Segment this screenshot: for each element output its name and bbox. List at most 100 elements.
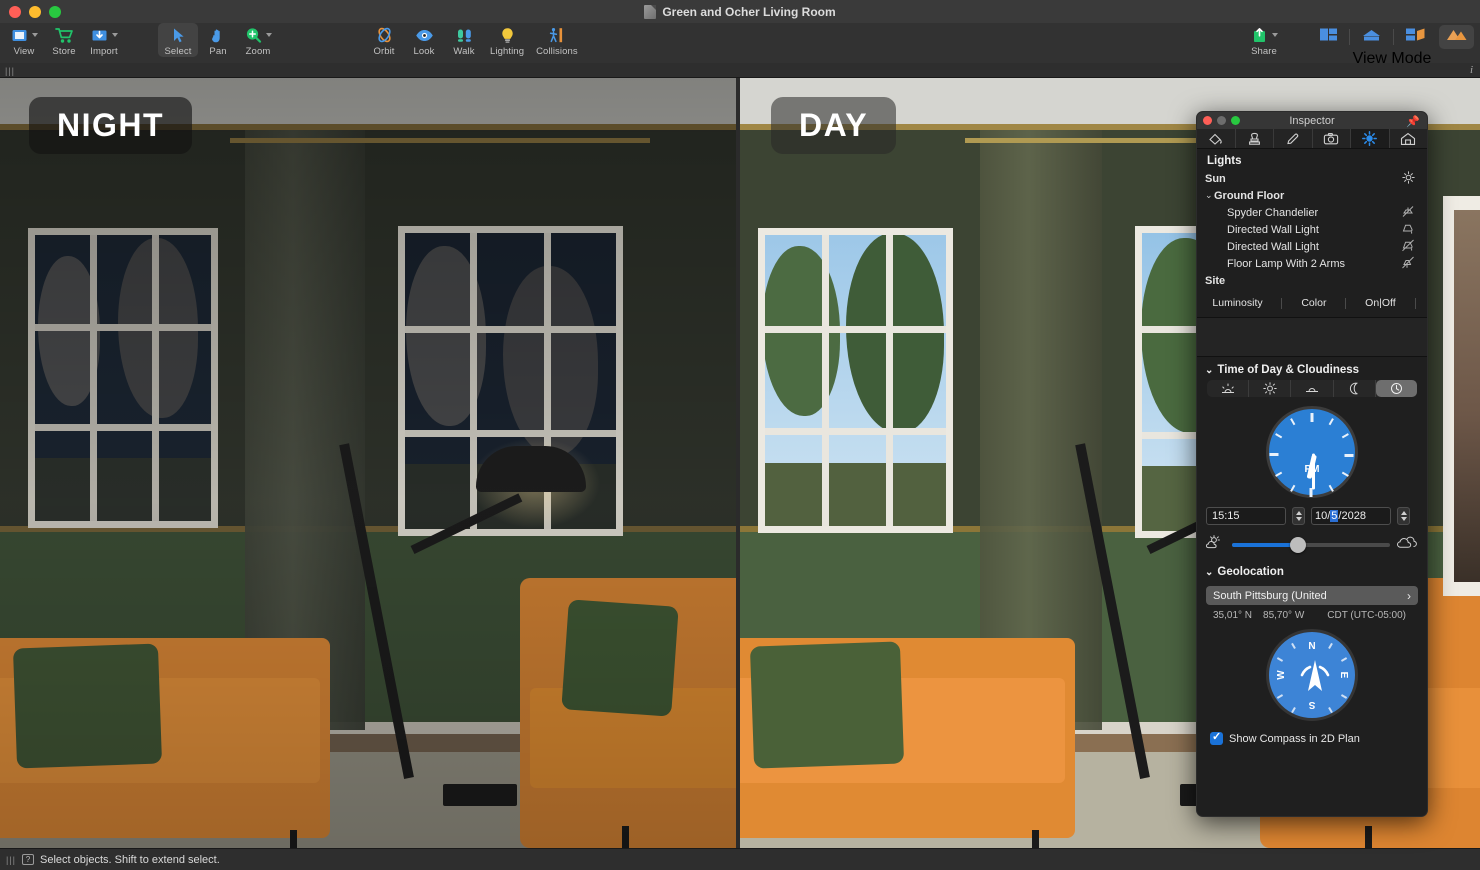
compass-container[interactable]: N E S W <box>1197 629 1427 721</box>
sun-small-icon[interactable] <box>1399 170 1417 187</box>
title-bar: Green and Ocher Living Room <box>0 0 1480 23</box>
chevron-down-icon[interactable] <box>1271 33 1278 37</box>
tab-onoff[interactable]: On|Off <box>1361 297 1400 309</box>
tool-lighting[interactable]: Lighting <box>484 23 530 57</box>
light-row-directed-wall-light-2[interactable]: Directed Wall Light <box>1197 238 1427 255</box>
geolocation-header[interactable]: ⌄ Geolocation <box>1197 554 1427 582</box>
date-stepper[interactable] <box>1397 507 1410 525</box>
view-mode-split[interactable] <box>1396 25 1435 49</box>
tab-color[interactable]: Color <box>1297 297 1330 309</box>
cloudiness-slider[interactable] <box>1232 536 1390 553</box>
geolocation-place-selector[interactable]: South Pittsburg (United › <box>1206 586 1418 605</box>
chevron-down-icon[interactable] <box>31 33 38 37</box>
preset-noon[interactable] <box>1249 380 1292 397</box>
minimize-button[interactable] <box>29 6 41 18</box>
document-title-text: Green and Ocher Living Room <box>662 4 836 19</box>
cursor-icon <box>171 25 186 45</box>
tool-pan[interactable]: Pan <box>198 23 238 57</box>
preset-custom-time[interactable] <box>1375 380 1418 397</box>
inspector-minimize-button[interactable] <box>1217 116 1226 125</box>
tool-collisions[interactable]: Collisions <box>530 23 584 57</box>
tab-house[interactable] <box>1390 129 1428 148</box>
tab-stamp[interactable] <box>1236 129 1274 148</box>
tool-zoom[interactable]: Zoom <box>238 23 278 57</box>
show-compass-checkbox[interactable] <box>1210 730 1223 745</box>
wall-light-off-icon[interactable] <box>1399 239 1417 255</box>
render-view-icon <box>1447 30 1467 40</box>
chevron-down-icon[interactable] <box>265 33 272 37</box>
inspector-close-button[interactable] <box>1203 116 1212 125</box>
view-icon <box>11 25 38 45</box>
info-icon[interactable]: i <box>1470 64 1473 76</box>
tool-view[interactable]: View <box>4 23 44 57</box>
date-input[interactable]: 10/ 5 /2028 <box>1311 507 1391 525</box>
secondary-bar: ||| i <box>0 63 1480 78</box>
tool-walk-label: Walk <box>453 46 475 57</box>
light-row-spyder-chandelier[interactable]: Spyder Chandelier <box>1197 204 1427 221</box>
compass-dial[interactable]: N E S W <box>1266 629 1358 721</box>
tool-orbit[interactable]: Orbit <box>364 23 404 57</box>
inspector-traffic-lights[interactable] <box>1203 116 1240 125</box>
light-row-floor-lamp[interactable]: Floor Lamp With 2 Arms <box>1197 255 1427 272</box>
time-input[interactable]: 15:15 <box>1206 507 1286 525</box>
disclosure-triangle-icon[interactable]: ⌄ <box>1205 190 1214 201</box>
viewport-night[interactable]: NIGHT <box>0 78 736 848</box>
close-button[interactable] <box>9 6 21 18</box>
tab-pencil[interactable] <box>1274 129 1313 148</box>
tool-share[interactable]: Share <box>1244 23 1284 57</box>
stamp-icon <box>1248 132 1260 145</box>
view-mode-render[interactable] <box>1439 25 1474 49</box>
inspector-maximize-button[interactable] <box>1231 116 1240 125</box>
time-of-day-header[interactable]: ⌄ Time of Day & Cloudiness <box>1197 357 1427 380</box>
inspector-panel[interactable]: Inspector 📌 Lights Sun ⌄ Ground Floor Sp… <box>1196 111 1428 817</box>
tab-luminosity[interactable]: Luminosity <box>1208 297 1266 309</box>
light-name: Directed Wall Light <box>1227 223 1319 236</box>
disclosure-triangle-icon[interactable]: ⌄ <box>1205 365 1213 376</box>
chevron-down-icon[interactable] <box>111 33 118 37</box>
pencil-icon <box>1287 133 1299 144</box>
help-icon[interactable]: ? <box>22 854 35 865</box>
resize-grip-icon[interactable]: ||| <box>6 855 16 865</box>
tool-select[interactable]: Select <box>158 23 198 57</box>
chandelier-off-icon[interactable] <box>1399 205 1417 221</box>
view-mode-plan[interactable] <box>1310 25 1347 49</box>
tool-look[interactable]: Look <box>404 23 444 57</box>
pin-icon[interactable]: 📌 <box>1406 115 1420 128</box>
light-group-ground-floor[interactable]: ⌄ Ground Floor <box>1197 187 1427 204</box>
magnifier-plus-icon <box>245 25 272 45</box>
wall-light-on-icon[interactable] <box>1399 222 1417 238</box>
preset-sunrise[interactable] <box>1207 380 1250 397</box>
clock-dial-container[interactable]: PM <box>1197 406 1427 498</box>
show-compass-checkbox-row[interactable]: Show Compass in 2D Plan <box>1197 721 1427 745</box>
tab-camera[interactable] <box>1313 129 1351 148</box>
preset-sunset[interactable] <box>1291 380 1334 397</box>
tool-store[interactable]: Store <box>44 23 84 57</box>
tool-import[interactable]: Import <box>84 23 124 57</box>
date-day[interactable]: 5 <box>1330 510 1339 522</box>
view-mode-elevation[interactable] <box>1352 25 1391 49</box>
preset-moon[interactable] <box>1334 380 1376 397</box>
show-compass-label: Show Compass in 2D Plan <box>1229 732 1360 745</box>
tab-paint-bucket[interactable] <box>1197 129 1236 148</box>
maximize-button[interactable] <box>49 6 61 18</box>
resize-grip-icon[interactable]: ||| <box>5 66 15 76</box>
compass-east-label: E <box>1338 671 1350 679</box>
compass-needle-icon[interactable] <box>1292 655 1338 701</box>
paint-bucket-icon <box>1209 133 1222 145</box>
tool-walk[interactable]: Walk <box>444 23 484 57</box>
tab-lighting[interactable] <box>1351 129 1390 148</box>
disclosure-triangle-icon[interactable]: ⌄ <box>1205 567 1213 578</box>
collisions-icon <box>548 25 566 45</box>
chevron-right-icon[interactable]: › <box>1407 589 1411 603</box>
light-row-site[interactable]: Site <box>1197 272 1427 289</box>
window-traffic-lights[interactable] <box>9 6 61 18</box>
light-row-sun[interactable]: Sun <box>1197 170 1427 187</box>
time-stepper[interactable] <box>1292 507 1305 525</box>
longitude-value: 85,70° W <box>1263 610 1305 621</box>
clock-dial[interactable]: PM <box>1266 406 1358 498</box>
floor-lamp-off-icon[interactable] <box>1399 256 1417 272</box>
cloudiness-slider-knob[interactable] <box>1290 536 1307 553</box>
main-toolbar: View Store Import Select Pan Zoom Orbit … <box>0 23 1480 67</box>
datetime-fields: 15:15 10/ 5 /2028 <box>1197 498 1427 525</box>
light-row-directed-wall-light-1[interactable]: Directed Wall Light <box>1197 221 1427 238</box>
